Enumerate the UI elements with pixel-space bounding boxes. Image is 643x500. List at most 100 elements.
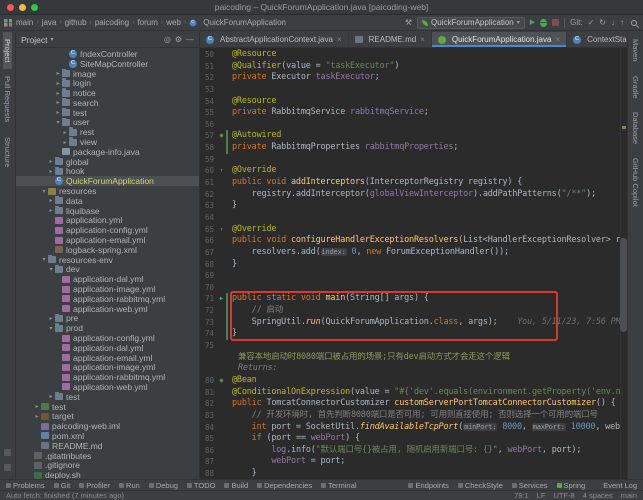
code-line[interactable]: 56 [200,119,627,131]
tool-window-button-build[interactable]: Build [224,481,248,490]
code-line[interactable]: 51 @Qualifier(value = "taskExecutor") [200,61,627,73]
status-widget[interactable]: 4 spaces [583,491,613,500]
code-line[interactable]: 82 public TomcatConnectorCustomizer custo… [200,398,627,410]
code-line[interactable]: 81 @ConditionalOnExpression(value = "#{'d… [200,387,627,399]
code-line[interactable]: 67 resolvers.add(index: 0, new ForumExce… [200,247,627,259]
tool-stripe-button-project[interactable]: Project [3,32,12,70]
breadcrumb-item[interactable]: forum [137,18,157,27]
tree-toggle-icon[interactable]: ▸ [54,99,62,106]
run-config-selector[interactable]: QuickForumApplication ▾ [417,16,525,29]
tree-item[interactable]: application-config.yml [16,225,199,235]
tree-toggle-icon[interactable]: ▾ [47,266,55,273]
tool-window-button-dependencies[interactable]: Dependencies [257,481,312,490]
breadcrumb-item[interactable]: java [42,18,57,27]
tool-window-button-git[interactable]: Git [53,481,70,490]
tree-item[interactable]: ▸ notice [16,88,199,98]
tree-toggle-icon[interactable]: ▸ [47,315,55,322]
tool-window-button-endpoints[interactable]: Endpoints [408,481,449,490]
tool-stripe-button-pull-requests[interactable]: Pull Requests [3,69,12,129]
run-gutter-icon[interactable]: ▶ [217,293,226,305]
code-line[interactable]: 73 SpringUtil.run(QuickForumApplication.… [200,316,627,329]
tool-window-button-services[interactable]: Services [511,481,548,490]
tree-item[interactable]: package-info.java [16,147,199,157]
code-line[interactable]: 87 webPort = port; [200,456,627,468]
close-tab-icon[interactable]: × [420,35,425,44]
git-update-icon[interactable]: ↻ [599,18,606,28]
tree-item[interactable]: application-config.yml [16,333,199,343]
tool-stripe-button-gradle[interactable]: Gradle [631,69,640,106]
editor-tab[interactable]: CContextStartedEvent.java× [567,32,627,47]
code-area[interactable]: 50 @Resource 51 @Qualifier(value = "taskExe… [200,48,627,479]
gear-icon[interactable]: ⚙ [175,35,182,44]
breadcrumb-item[interactable]: paicoding [95,18,129,27]
override-gutter-icon[interactable]: ↑ [217,224,226,236]
tree-item[interactable]: ▸ login [16,78,199,88]
code-line[interactable]: 65 ↑ @Override [200,224,627,236]
tree-item[interactable]: C IndexController [16,49,199,59]
editor-tab[interactable]: QuickForumApplication.java × [431,32,568,47]
code-line[interactable]: 62 registry.addInterceptor(globalViewInt… [200,189,627,201]
tree-item[interactable]: application-email.yml [16,353,199,363]
tool-window-button-debug[interactable]: Debug [148,481,178,490]
editor-tab[interactable]: C AbstractApplicationContext.java × [200,32,349,47]
tree-toggle-icon[interactable]: ▸ [47,168,55,175]
tree-item[interactable]: application-web.yml [16,304,199,314]
code-line[interactable]: 70 [200,282,627,294]
tree-item[interactable]: application-rabbitmq.yml [16,294,199,304]
tree-item[interactable]: application-image.yml [16,363,199,372]
tree-item[interactable]: ▸ test [16,402,199,412]
code-line[interactable]: 兼容本地启动时8080端口被占用的场景;只有dev启动方式才会走这个逻辑 [200,352,627,364]
git-pull-icon[interactable]: ↓ [611,18,615,28]
code-line[interactable]: 88 } [200,468,627,479]
tree-item[interactable]: application-email.yml [16,235,199,245]
tree-item[interactable]: ▸ test [16,391,199,402]
tree-toggle-icon[interactable]: ▾ [40,188,48,195]
event-log-button[interactable]: Event Log [603,481,637,490]
code-line[interactable]: 63} [200,200,627,212]
tree-item[interactable]: deploy.sh [16,470,199,479]
tree-item[interactable]: ▾ resources [16,186,199,196]
code-line[interactable]: 68} [200,259,627,271]
code-line[interactable]: 84 int port = SocketUtil.findAvailableTc… [200,422,627,434]
locate-file-icon[interactable]: ◎ [164,35,171,44]
run-button[interactable]: ▶ [530,18,535,28]
breadcrumb-item[interactable]: github [65,18,87,27]
tree-toggle-icon[interactable]: ▸ [54,90,62,97]
tree-item[interactable]: application.yml [16,216,199,225]
close-window-button[interactable] [7,4,14,11]
code-line[interactable]: 66 public void configureHandlerExceptionR… [200,235,627,247]
code-line[interactable]: 61 public void addInterceptors(Intercepto… [200,177,627,189]
tree-toggle-icon[interactable]: ▸ [54,109,62,116]
tree-toggle-icon[interactable]: ▾ [54,119,62,126]
override-gutter-icon[interactable]: ↑ [217,165,226,177]
tool-stripe-button-maven[interactable]: Maven [631,32,640,69]
tree-item[interactable]: ▾ user [16,117,199,127]
tool-window-button-spring[interactable]: Spring [556,481,585,490]
tool-window-button-terminal[interactable]: Terminal [321,481,356,490]
code-line[interactable]: 55 private RabbitmqService rabbitmqServic… [200,107,627,119]
code-line[interactable]: 53 [200,84,627,96]
code-line[interactable]: 86 log.info("默认端口号{}被占用, 随机启用新端口号: {}", … [200,445,627,457]
tree-item[interactable]: logback-spring.xml [16,245,199,255]
tree-item[interactable]: C QuickForumApplication [16,176,199,187]
tree-item[interactable]: ▸ global [16,156,199,167]
code-line[interactable]: 85 if (port == webPort) { [200,433,627,445]
tree-item[interactable]: ▾ dev [16,264,199,274]
tree-item[interactable]: .gitattributes [16,451,199,460]
tree-toggle-icon[interactable]: ▸ [54,80,62,87]
code-line[interactable]: 72 // 启动 [200,305,627,317]
status-widget[interactable]: main [621,491,637,500]
code-line[interactable]: Returns: [200,363,627,375]
tree-item[interactable]: ▸ view [16,137,199,147]
code-line[interactable]: 80 ◉ @Bean [200,375,627,387]
tree-item[interactable]: paicoding-web.iml [16,421,199,431]
tree-item[interactable]: ▸ rest [16,127,199,137]
code-line[interactable]: 52 private Executor taskExecutor; [200,72,627,84]
tree-item[interactable]: application-image.yml [16,284,199,294]
code-line[interactable]: 54 @Resource [200,96,627,108]
minimize-window-button[interactable] [19,4,26,11]
code-line[interactable]: 64 [200,212,627,224]
close-tab-icon[interactable]: × [555,35,560,44]
chevron-down-icon[interactable]: ▾ [50,36,53,43]
bean-gutter-icon[interactable]: ◉ [217,375,226,387]
